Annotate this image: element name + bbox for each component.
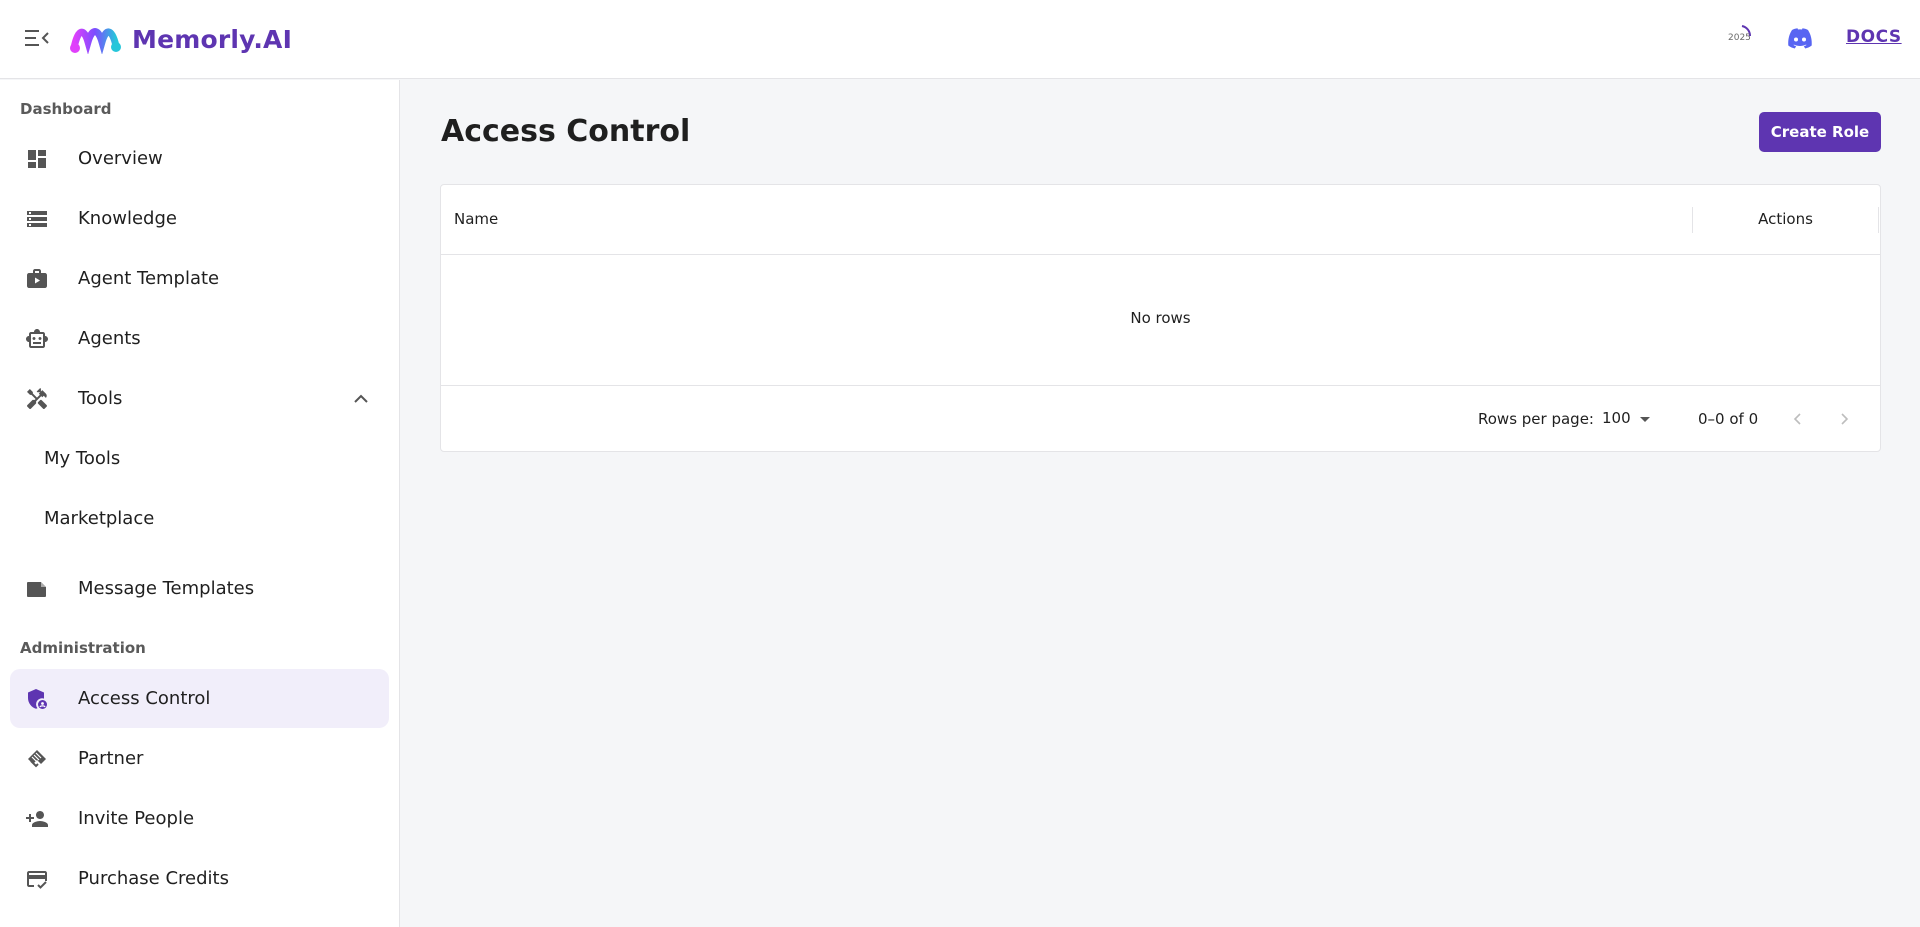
app-logo[interactable]: Memorly.AI <box>70 24 292 54</box>
sidebar-item-label: Message Templates <box>78 578 255 599</box>
section-label-administration: Administration <box>20 639 146 657</box>
create-role-button[interactable]: Create Role <box>1759 112 1881 152</box>
previous-page-button[interactable] <box>1783 404 1813 434</box>
logo-mark-icon <box>70 28 121 54</box>
dropdown-caret-icon <box>1640 417 1650 422</box>
section-label-dashboard: Dashboard <box>20 100 112 118</box>
tools-icon <box>24 386 50 412</box>
dashboard-icon <box>24 146 50 172</box>
robot-icon <box>24 326 50 352</box>
column-header-actions: Actions <box>1758 210 1813 228</box>
sidebar-item-access-control[interactable]: Access Control <box>10 669 389 728</box>
menu-collapse-icon[interactable] <box>22 24 52 52</box>
sidebar-item-agent-template[interactable]: Agent Template <box>10 249 389 308</box>
credit-card-icon <box>24 866 50 892</box>
person-add-icon <box>24 806 50 832</box>
admin-shield-icon <box>24 686 50 712</box>
rows-per-page-value: 100 <box>1602 409 1631 427</box>
sidebar-item-label: Partner <box>78 748 144 769</box>
page-title: Access Control <box>441 114 691 149</box>
sidebar-item-label: Access Control <box>78 688 211 709</box>
handshake-icon <box>24 746 50 772</box>
sidebar-item-knowledge[interactable]: Knowledge <box>10 189 389 248</box>
next-page-button[interactable] <box>1829 404 1859 434</box>
sidebar-item-label: Knowledge <box>78 208 177 229</box>
chevron-left-icon <box>1793 413 1801 425</box>
sidebar-item-partner[interactable]: Partner <box>10 729 389 788</box>
storage-icon <box>24 206 50 232</box>
sidebar-item-purchase-credits[interactable]: Purchase Credits <box>10 849 389 908</box>
sidebar-item-label: Overview <box>78 148 163 169</box>
sidebar-item-overview[interactable]: Overview <box>10 129 389 188</box>
table-pagination: Rows per page: 100 0–0 of 0 <box>441 385 1880 452</box>
rows-per-page-select[interactable]: 100 <box>1602 406 1662 432</box>
sidebar: Dashboard Overview Knowledge Agent Templ… <box>0 80 400 927</box>
sidebar-item-marketplace[interactable]: Marketplace <box>10 489 389 548</box>
docs-link[interactable]: DOCS <box>1846 27 1902 47</box>
sidebar-item-label: Marketplace <box>44 508 155 529</box>
sidebar-item-tools[interactable]: Tools <box>10 369 389 428</box>
sidebar-item-label: My Tools <box>44 448 121 469</box>
main-content: Access Control Create Role Name Actions … <box>401 80 1920 927</box>
sidebar-item-agents[interactable]: Agents <box>10 309 389 368</box>
app-name: Memorly.AI <box>132 24 293 54</box>
rows-per-page-label: Rows per page: <box>1478 410 1594 428</box>
sidebar-item-label: Agent Template <box>78 268 220 289</box>
pagination-range: 0–0 of 0 <box>1698 410 1759 428</box>
roles-table: Name Actions No rows Rows per page: 100 … <box>440 184 1881 452</box>
table-header: Name Actions <box>441 185 1880 255</box>
label-icon <box>24 576 50 602</box>
top-header: Memorly.AI 2025 DOCS <box>0 0 1920 79</box>
column-separator[interactable] <box>1878 207 1879 233</box>
discord-icon[interactable] <box>1787 27 1813 49</box>
empty-state-text: No rows <box>1130 309 1191 327</box>
year-badge-text: 2025 <box>1728 33 1751 43</box>
chevron-up-icon[interactable] <box>351 389 371 409</box>
sidebar-item-label: Tools <box>78 388 123 409</box>
sidebar-item-invite-people[interactable]: Invite People <box>10 789 389 848</box>
chevron-right-icon <box>1841 413 1849 425</box>
sidebar-item-label: Invite People <box>78 808 195 829</box>
column-header-name[interactable]: Name <box>454 210 498 228</box>
sidebar-item-label: Agents <box>78 328 141 349</box>
sidebar-item-my-tools[interactable]: My Tools <box>10 429 389 488</box>
sidebar-item-message-templates[interactable]: Message Templates <box>10 559 389 618</box>
template-icon <box>24 266 50 292</box>
sidebar-item-label: Purchase Credits <box>78 868 229 889</box>
